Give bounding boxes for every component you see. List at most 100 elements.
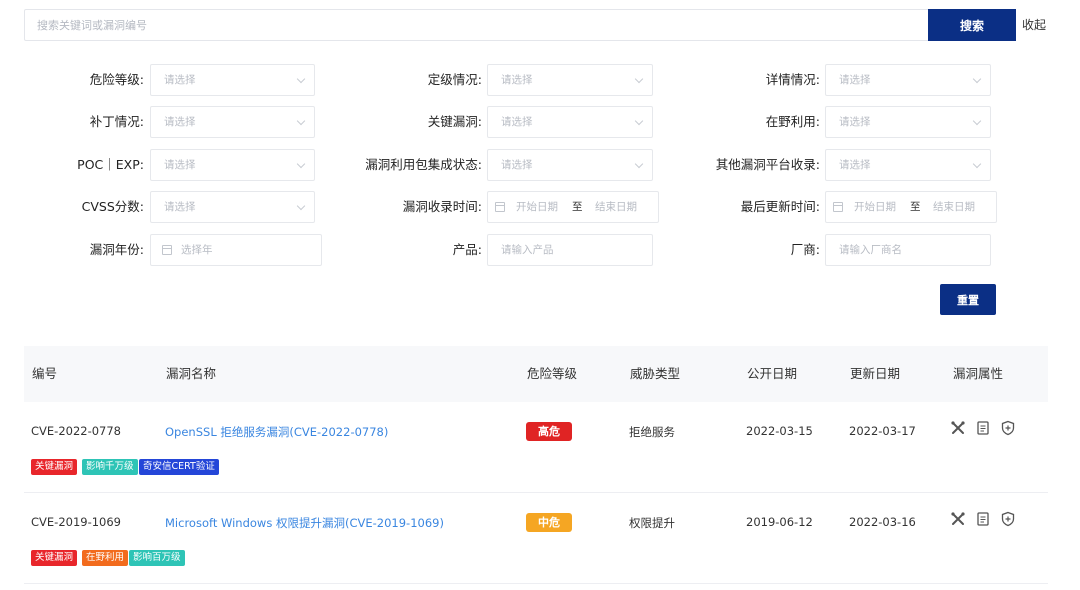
chevron-down-icon xyxy=(296,201,306,211)
filter-label-cvss: CVSS分数: xyxy=(81,199,144,214)
vuln-name-link[interactable]: Microsoft Windows 权限提升漏洞(CVE-2019-1069) xyxy=(165,515,444,531)
poc-exp-placeholder: 请选择 xyxy=(164,159,196,171)
calendar-icon xyxy=(495,202,505,212)
vuln-name-link[interactable]: OpenSSL 拒绝服务漏洞(CVE-2022-0778) xyxy=(165,424,388,440)
updated-date: 2022-03-16 xyxy=(849,515,916,529)
column-header-threat[interactable]: 威胁类型 xyxy=(630,346,680,402)
table-header: 编号 漏洞名称 危险等级 威胁类型 公开日期 更新日期 漏洞属性 xyxy=(24,346,1048,402)
published-date: 2022-03-15 xyxy=(746,424,813,438)
filter-label-risk-level: 危险等级: xyxy=(89,72,144,87)
threat-type: 权限提升 xyxy=(629,516,675,530)
year-picker[interactable]: 选择年 xyxy=(150,234,322,266)
tag-key-vuln: 关键漏洞 xyxy=(31,459,78,475)
calendar-icon xyxy=(162,245,172,255)
tag-key-vuln: 关键漏洞 xyxy=(31,550,78,566)
exploit-pkg-select[interactable]: 请选择 xyxy=(487,149,653,181)
vendor-input[interactable]: 请输入厂商名 xyxy=(825,234,991,266)
filter-label-collected-time: 漏洞收录时间: xyxy=(402,199,482,214)
search-bar: 搜索 xyxy=(24,9,1016,41)
reset-button[interactable]: 重置 xyxy=(940,284,996,315)
poc-exp-select[interactable]: 请选择 xyxy=(150,149,315,181)
filter-label-vendor: 厂商: xyxy=(790,242,820,257)
in-the-wild-placeholder: 请选择 xyxy=(839,116,871,128)
chevron-down-icon xyxy=(634,116,644,126)
calendar-icon xyxy=(833,202,843,212)
collected-time-range[interactable]: 开始日期 至 结束日期 xyxy=(487,191,659,223)
filter-label-details: 详情情况: xyxy=(765,72,820,87)
filter-label-key-vuln: 关键漏洞: xyxy=(427,114,482,129)
shield-icon[interactable] xyxy=(1000,420,1016,436)
tag-impact-ten-million: 影响千万级 xyxy=(82,459,138,475)
chevron-down-icon xyxy=(972,74,982,84)
updated-time-range[interactable]: 开始日期 至 结束日期 xyxy=(825,191,997,223)
updated-to-separator: 至 xyxy=(910,201,921,213)
risk-level-badge: 高危 xyxy=(526,422,572,441)
cvss-placeholder: 请选择 xyxy=(164,201,196,213)
details-select[interactable]: 请选择 xyxy=(825,64,991,96)
year-placeholder: 选择年 xyxy=(181,244,213,256)
patch-select[interactable]: 请选择 xyxy=(150,106,315,138)
document-icon[interactable] xyxy=(975,511,991,527)
filter-label-rating: 定级情况: xyxy=(427,72,482,87)
chevron-down-icon xyxy=(634,74,644,84)
collapse-link[interactable]: 收起 xyxy=(1022,16,1046,33)
collected-to-separator: 至 xyxy=(572,201,583,213)
chevron-down-icon xyxy=(972,116,982,126)
chevron-down-icon xyxy=(296,159,306,169)
details-placeholder: 请选择 xyxy=(839,74,871,86)
other-platform-placeholder: 请选择 xyxy=(839,159,871,171)
chevron-down-icon xyxy=(296,116,306,126)
vendor-placeholder: 请输入厂商名 xyxy=(839,244,902,256)
chevron-down-icon xyxy=(296,74,306,84)
rating-select[interactable]: 请选择 xyxy=(487,64,653,96)
updated-end-date[interactable]: 结束日期 xyxy=(933,192,975,222)
published-date: 2019-06-12 xyxy=(746,515,813,529)
filter-label-poc-exp: POC｜EXP: xyxy=(77,157,144,172)
column-header-name[interactable]: 漏洞名称 xyxy=(166,346,216,402)
filter-label-exploit-pkg: 漏洞利用包集成状态: xyxy=(365,157,482,172)
key-vuln-placeholder: 请选择 xyxy=(501,116,533,128)
collected-end-date[interactable]: 结束日期 xyxy=(595,192,637,222)
in-the-wild-select[interactable]: 请选择 xyxy=(825,106,991,138)
filter-label-other-platform: 其他漏洞平台收录: xyxy=(715,157,820,172)
other-platform-select[interactable]: 请选择 xyxy=(825,149,991,181)
exploit-pkg-placeholder: 请选择 xyxy=(501,159,533,171)
chevron-down-icon xyxy=(972,159,982,169)
tools-icon[interactable] xyxy=(950,511,966,527)
shield-icon[interactable] xyxy=(1000,511,1016,527)
table-row: CVE-2022-0778 OpenSSL 拒绝服务漏洞(CVE-2022-07… xyxy=(24,403,1048,493)
filter-label-product: 产品: xyxy=(452,242,482,257)
patch-placeholder: 请选择 xyxy=(164,116,196,128)
collected-start-date[interactable]: 开始日期 xyxy=(516,192,558,222)
column-header-level[interactable]: 危险等级 xyxy=(527,346,577,402)
tag-impact-million: 影响百万级 xyxy=(129,550,185,566)
rating-placeholder: 请选择 xyxy=(501,74,533,86)
updated-start-date[interactable]: 开始日期 xyxy=(854,192,896,222)
vuln-id: CVE-2022-0778 xyxy=(31,424,121,438)
table-row: CVE-2019-1069 Microsoft Windows 权限提升漏洞(C… xyxy=(24,494,1048,584)
tag-cert-verified: 奇安信CERT验证 xyxy=(139,459,219,475)
filter-label-patch: 补丁情况: xyxy=(89,114,144,129)
risk-level-badge: 中危 xyxy=(526,513,572,532)
risk-level-placeholder: 请选择 xyxy=(164,74,196,86)
chevron-down-icon xyxy=(634,159,644,169)
vuln-id: CVE-2019-1069 xyxy=(31,515,121,529)
product-placeholder: 请输入产品 xyxy=(501,244,554,256)
column-header-id[interactable]: 编号 xyxy=(32,346,57,402)
cvss-select[interactable]: 请选择 xyxy=(150,191,315,223)
search-input[interactable] xyxy=(25,10,927,40)
document-icon[interactable] xyxy=(975,420,991,436)
threat-type: 拒绝服务 xyxy=(629,425,675,439)
column-header-attributes[interactable]: 漏洞属性 xyxy=(953,346,1003,402)
key-vuln-select[interactable]: 请选择 xyxy=(487,106,653,138)
column-header-updated[interactable]: 更新日期 xyxy=(850,346,900,402)
column-header-published[interactable]: 公开日期 xyxy=(747,346,797,402)
product-input[interactable]: 请输入产品 xyxy=(487,234,653,266)
filter-label-updated-time: 最后更新时间: xyxy=(740,199,820,214)
tag-in-the-wild: 在野利用 xyxy=(82,550,129,566)
filter-label-year: 漏洞年份: xyxy=(89,242,144,257)
risk-level-select[interactable]: 请选择 xyxy=(150,64,315,96)
tools-icon[interactable] xyxy=(950,420,966,436)
filter-label-in-the-wild: 在野利用: xyxy=(765,114,820,129)
search-button[interactable]: 搜索 xyxy=(928,9,1016,41)
